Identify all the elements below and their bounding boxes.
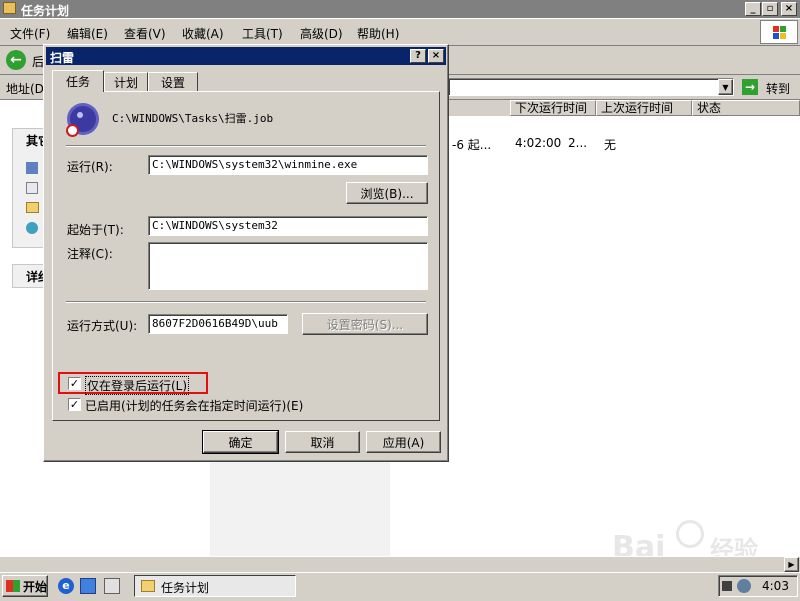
network-icon <box>26 222 38 234</box>
menu-tools[interactable]: 工具(T) <box>242 25 283 42</box>
column-next-run[interactable]: 下次运行时间 <box>510 100 596 116</box>
row-last-run-cell[interactable]: 2... <box>568 136 587 150</box>
clock: 4:03 <box>762 579 789 593</box>
set-password-button: 设置密码(S)... <box>302 313 428 335</box>
browse-button[interactable]: 浏览(B)... <box>346 182 428 204</box>
run-as-input[interactable]: 8607F2D0616B49D\uub <box>148 314 288 334</box>
only-logged-on-checkbox[interactable]: ✓ <box>68 377 81 390</box>
column-status[interactable]: 状态 <box>692 100 800 116</box>
taskbar-task-button[interactable]: 任务计划 <box>134 575 296 597</box>
enabled-label[interactable]: 已启用(计划的任务会在指定时间运行)(E) <box>85 397 303 414</box>
menu-bar <box>0 19 800 46</box>
comment-textarea[interactable] <box>148 242 428 290</box>
menu-file[interactable]: 文件(F) <box>10 25 50 42</box>
back-button[interactable]: ← 后 <box>4 49 46 71</box>
apply-button[interactable]: 应用(A) <box>366 431 441 453</box>
link-icon <box>26 162 38 174</box>
maximize-button[interactable]: ▫ <box>762 2 778 16</box>
row-schedule-cell[interactable]: -6 起... <box>452 136 491 153</box>
shield-tray-icon[interactable] <box>737 579 751 593</box>
taskbar <box>0 572 800 601</box>
horizontal-scrollbar[interactable] <box>0 556 800 573</box>
column-last-run[interactable]: 上次运行时间 <box>596 100 692 116</box>
start-in-label: 起始于(T): <box>67 223 124 237</box>
windows-logo-icon <box>760 20 798 44</box>
tab-task[interactable]: 任务 <box>52 70 104 92</box>
job-path: C:\WINDOWS\Tasks\扫雷.job <box>112 112 274 125</box>
ie-icon[interactable]: e <box>58 578 74 594</box>
ok-button[interactable]: 确定 <box>202 430 279 454</box>
go-arrow-icon: → <box>742 79 758 95</box>
address-dropdown-button[interactable]: ▼ <box>718 79 733 95</box>
run-input[interactable]: C:\WINDOWS\system32\winmine.exe <box>148 155 428 175</box>
start-button[interactable]: 开始 <box>2 575 48 597</box>
document-icon <box>26 182 38 194</box>
task-folder-icon <box>141 580 155 592</box>
address-input[interactable] <box>448 78 734 96</box>
media-icon[interactable] <box>104 578 120 594</box>
menu-edit[interactable]: 编辑(E) <box>67 25 108 42</box>
dialog-close-button[interactable]: × <box>428 49 444 63</box>
run-label: 运行(R): <box>67 160 113 174</box>
dialog-title: 扫雷 <box>50 51 75 65</box>
folder-clock-icon <box>3 2 16 14</box>
cancel-button[interactable]: 取消 <box>285 431 360 453</box>
start-in-input[interactable]: C:\WINDOWS\system32 <box>148 216 428 236</box>
network-tray-icon[interactable] <box>722 581 732 591</box>
only-logged-on-label[interactable]: 仅在登录后运行(L) <box>85 376 190 395</box>
menu-view[interactable]: 查看(V) <box>124 25 166 42</box>
main-title: 任务计划 <box>21 4 70 18</box>
enabled-checkbox[interactable]: ✓ <box>68 398 81 411</box>
run-as-label: 运行方式(U): <box>67 319 138 333</box>
minimize-button[interactable]: _ <box>745 2 761 16</box>
menu-help[interactable]: 帮助(H) <box>357 25 399 42</box>
menu-favorites[interactable]: 收藏(A) <box>182 25 224 42</box>
go-button[interactable]: → 转到 <box>740 78 796 96</box>
separator-1 <box>66 145 426 147</box>
go-label: 转到 <box>766 82 791 96</box>
folder-icon <box>26 202 39 213</box>
start-logo-icon <box>6 580 20 592</box>
row-status-cell[interactable]: 无 <box>604 136 616 153</box>
row-next-run-cell[interactable]: 4:02:00 <box>515 136 561 150</box>
tab-settings[interactable]: 设置 <box>148 72 198 92</box>
clock-badge-icon <box>66 124 79 137</box>
dialog-titlebar <box>46 47 446 65</box>
main-titlebar: 任务计划 _ ▫ × <box>0 0 800 18</box>
dialog-help-button[interactable]: ? <box>410 49 426 63</box>
close-button[interactable]: × <box>781 2 797 16</box>
menu-advanced[interactable]: 高级(D) <box>300 25 343 42</box>
minesweeper-icon <box>66 104 102 138</box>
scroll-right-button[interactable]: ▶ <box>784 557 799 572</box>
tab-schedule[interactable]: 计划 <box>104 72 148 92</box>
back-arrow-icon: ← <box>6 50 26 70</box>
comment-label: 注释(C): <box>67 247 113 261</box>
separator-2 <box>66 301 426 303</box>
explorer-icon[interactable] <box>80 578 96 594</box>
